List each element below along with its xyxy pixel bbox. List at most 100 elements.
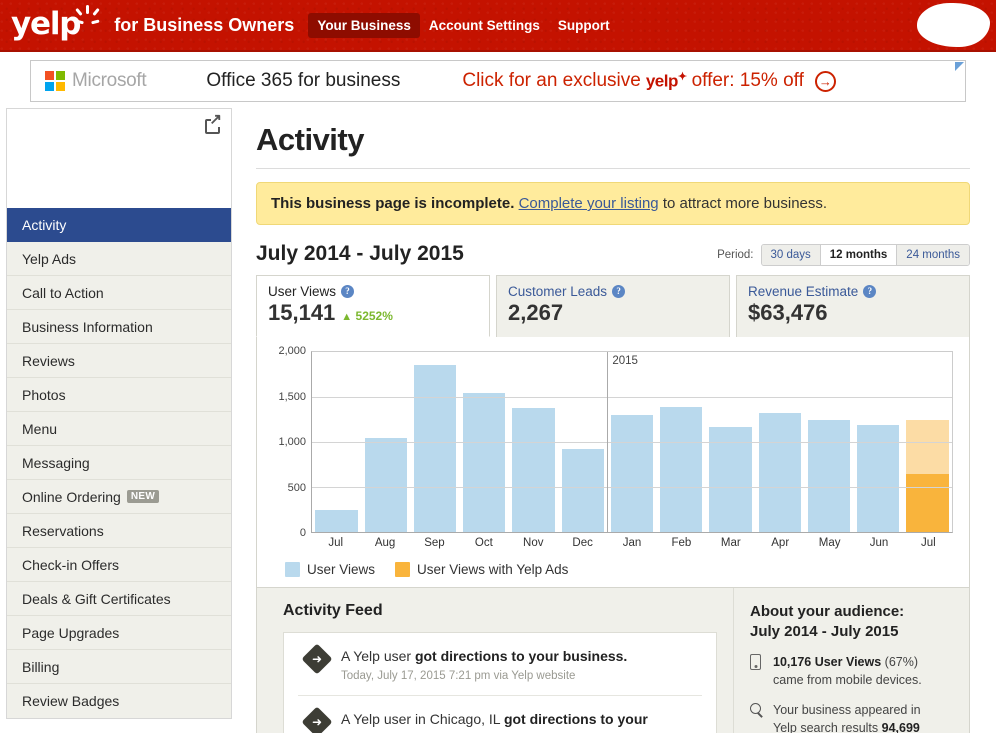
stat-value-row: $63,476 xyxy=(748,300,959,326)
complete-listing-link[interactable]: Complete your listing xyxy=(519,195,659,212)
chart-bar[interactable] xyxy=(857,424,900,532)
sidebar-item-messaging[interactable]: Messaging xyxy=(7,446,231,480)
external-link-icon[interactable] xyxy=(205,112,223,134)
sidebar-item-label: Menu xyxy=(22,420,58,437)
ad-arrow-icon[interactable]: → xyxy=(814,70,836,92)
sidebar-item-label: Reservations xyxy=(22,522,104,539)
chart-x-tick-label: Apr xyxy=(771,537,790,549)
sidebar-item-reviews[interactable]: Reviews xyxy=(7,344,231,378)
chart-bar-segment-user-views xyxy=(807,420,851,532)
stat-card-user-views[interactable]: User Views ? 15,141 ▲ 5252% xyxy=(256,275,490,337)
page-title: Activity xyxy=(256,122,364,157)
chart-y-tick-label: 1,000 xyxy=(278,436,306,448)
sidebar-item-label: Activity xyxy=(22,216,67,233)
chart-bar-segment-user-views xyxy=(758,413,801,532)
chart-bar-segment-user-views xyxy=(512,408,555,532)
sidebar-item-label: Online Ordering xyxy=(22,488,121,505)
sidebar-item-review-badges[interactable]: Review Badges xyxy=(7,684,231,718)
sidebar-item-deals-gift-certificates[interactable]: Deals & Gift Certificates xyxy=(7,582,231,616)
stat-value: 2,267 xyxy=(508,300,564,325)
sidebar: Activity Yelp Ads Call to Action Busines… xyxy=(6,108,232,733)
nav-link-account-settings[interactable]: Account Settings xyxy=(420,13,549,38)
legend-item-user-views-with-yelp-ads: User Views with Yelp Ads xyxy=(395,562,568,577)
chart-bar[interactable] xyxy=(610,415,654,532)
sidebar-item-label: Business Information xyxy=(22,318,153,335)
chart-bar[interactable] xyxy=(512,408,555,532)
stat-card-customer-leads[interactable]: Customer Leads ? 2,267 xyxy=(496,275,730,337)
chart-bar[interactable] xyxy=(660,407,703,532)
stat-label-text: User Views xyxy=(268,284,337,299)
stat-delta: ▲ 5252% xyxy=(341,309,393,323)
chart-panel: 0 500 1,000 1,500 2,000 2015 Jul Aug Sep Oct Nov… xyxy=(256,337,970,588)
sidebar-item-billing[interactable]: Billing xyxy=(7,650,231,684)
nav-tagline: for Business Owners xyxy=(114,14,295,35)
feed-text-pre: A Yelp user in Chicago, IL xyxy=(341,710,504,727)
sidebar-item-photos[interactable]: Photos xyxy=(7,378,231,412)
period-option-24-months[interactable]: 24 months xyxy=(897,245,969,265)
sidebar-item-page-upgrades[interactable]: Page Upgrades xyxy=(7,616,231,650)
ad-banner[interactable]: Microsoft Office 365 for business Click … xyxy=(30,60,966,102)
chart-x-axis: Jul Aug Sep Oct Nov Dec Jan Feb Mar Apr May Jun Jul xyxy=(311,537,953,549)
chart-bar[interactable] xyxy=(561,449,604,532)
feed-item[interactable]: ➜ A Yelp user in Chicago, IL got directi… xyxy=(298,696,702,733)
feed-item-text: A Yelp user got directions to your busin… xyxy=(341,647,627,666)
chart-bar[interactable] xyxy=(315,509,358,532)
chart-y-tick-label: 1,500 xyxy=(278,390,306,403)
audience-panel: About your audience: July 2014 - July 20… xyxy=(733,588,969,733)
alert-tail-text: to attract more business. xyxy=(662,195,828,212)
audience-row-text: 10,176 User Views (67%) came from mobile… xyxy=(773,653,922,689)
stat-value: $63,476 xyxy=(748,300,828,325)
sidebar-item-activity[interactable]: Activity xyxy=(7,208,231,242)
chart-bar[interactable] xyxy=(906,420,949,532)
chart-bar-segment-user-views xyxy=(463,392,506,532)
stat-card-revenue-estimate[interactable]: Revenue Estimate ? $63,476 xyxy=(736,275,970,337)
ad-offer-brand: yelp✦ xyxy=(645,71,687,91)
chart-x-tick-label: May xyxy=(818,537,841,549)
yelp-logo[interactable]: yelp xyxy=(11,4,101,42)
sidebar-item-check-in-offers[interactable]: Check-in Offers xyxy=(7,548,231,582)
nav-link-support[interactable]: Support xyxy=(549,13,619,38)
stat-value: 15,141 xyxy=(268,300,336,325)
sidebar-item-reservations[interactable]: Reservations xyxy=(7,514,231,548)
sidebar-item-menu[interactable]: Menu xyxy=(7,412,231,446)
nav-link-your-business[interactable]: Your Business xyxy=(308,12,420,38)
feed-item-body: A Yelp user in Chicago, IL got direction… xyxy=(341,710,648,733)
stat-label-text: Customer Leads xyxy=(508,284,608,299)
sidebar-item-call-to-action[interactable]: Call to Action xyxy=(7,276,231,310)
help-icon[interactable]: ? xyxy=(612,285,626,298)
legend-item-user-views: User Views xyxy=(285,562,375,577)
chart-bar[interactable] xyxy=(758,413,801,532)
sidebar-item-label: Messaging xyxy=(22,454,90,471)
chart-bar[interactable] xyxy=(463,392,506,532)
audience-mobile-views: 10,176 User Views xyxy=(773,655,882,669)
chart-y-axis: 0 500 1,000 1,500 2,000 xyxy=(271,345,311,539)
ad-offer-post: offer: 15% off xyxy=(691,70,804,91)
chart-area: 0 500 1,000 1,500 2,000 2015 xyxy=(271,345,953,539)
sidebar-item-label: Photos xyxy=(22,386,66,403)
audience-mobile-line2: came from mobile devices. xyxy=(773,673,922,688)
business-card xyxy=(6,108,232,208)
sidebar-item-business-information[interactable]: Business Information xyxy=(7,310,231,344)
chart-bar[interactable] xyxy=(413,365,457,532)
ad-offer[interactable]: Click for an exclusive yelp✦ offer: 15% … xyxy=(462,70,836,92)
legend-label: User Views xyxy=(307,562,376,577)
period-option-30-days[interactable]: 30 days xyxy=(761,245,821,265)
page-body: Activity Yelp Ads Call to Action Busines… xyxy=(0,108,996,733)
feed-item[interactable]: ➜ A Yelp user got directions to your bus… xyxy=(298,633,702,696)
legend-label: User Views with Yelp Ads xyxy=(417,562,569,577)
chart-bar[interactable] xyxy=(807,420,851,532)
sidebar-item-online-ordering[interactable]: Online Ordering NEW xyxy=(7,480,231,514)
yelp-logo-text: yelp xyxy=(11,5,81,42)
help-icon[interactable]: ? xyxy=(341,285,355,298)
title-divider xyxy=(256,168,970,169)
chart-plot-area: 2015 xyxy=(311,351,953,533)
chart-bar[interactable] xyxy=(364,438,408,532)
mobile-phone-icon xyxy=(750,653,764,689)
help-icon[interactable]: ? xyxy=(863,285,877,298)
feed-item-body: A Yelp user got directions to your busin… xyxy=(341,647,627,682)
feed-item-meta: Today, July 17, 2015 7:21 pm via Yelp we… xyxy=(341,669,576,682)
sidebar-item-yelp-ads[interactable]: Yelp Ads xyxy=(7,242,231,276)
period-option-12-months[interactable]: 12 months xyxy=(820,245,898,265)
activity-feed-card: ➜ A Yelp user got directions to your bus… xyxy=(283,632,717,733)
adchoices-icon[interactable] xyxy=(955,62,964,71)
